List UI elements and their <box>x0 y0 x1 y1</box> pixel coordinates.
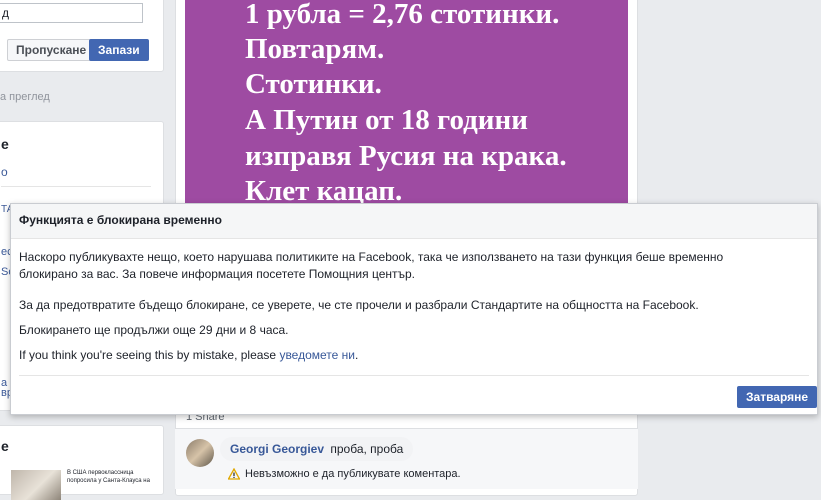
section-heading-2: е <box>1 438 9 454</box>
dialog-paragraph-2: За да предотвратите бъдещо блокиране, се… <box>19 298 699 312</box>
post-line-2: Повтарям. <box>245 33 385 65</box>
thumbnail-image[interactable] <box>11 470 61 500</box>
left-card-top: д Пропускане Запази <box>0 0 164 72</box>
comment-warning: Невъзможно е да публикувате коментара. <box>245 468 461 480</box>
dialog-paragraph-1-line-1: Наскоро публикувахте нещо, което нарушав… <box>19 250 724 264</box>
skip-button[interactable]: Пропускане <box>7 39 96 61</box>
comment-text: проба, проба <box>330 442 404 456</box>
dialog-paragraph-1-line-2: блокирано за вас. За повече информация п… <box>19 267 416 281</box>
post-line-1: 1 рубла = 2,76 стотинки. <box>245 0 560 30</box>
blocked-feature-dialog: Функцията е блокирана временно Наскоро п… <box>10 203 818 415</box>
divider <box>1 186 151 187</box>
section-heading: е <box>1 136 9 152</box>
dialog-p4-suffix: . <box>355 348 359 362</box>
post-line-4: А Путин от 18 години <box>245 104 528 136</box>
left-card-bottom: е В США первоклассница попросила у Санта… <box>0 425 164 500</box>
report-link[interactable]: уведомете ни <box>279 348 355 362</box>
dialog-paragraph-3: Блокирането ще продължи още 29 дни и 8 ч… <box>19 323 289 337</box>
preview-link[interactable]: а преглед <box>0 91 50 103</box>
dialog-footer-divider <box>19 375 809 376</box>
post-image[interactable]: 1 рубла = 2,76 стотинки. Повтарям. Стоти… <box>185 0 628 205</box>
thumbnail-caption-2[interactable]: попросила у Санта-Клауса на <box>67 478 150 484</box>
text-input[interactable]: д <box>0 3 143 23</box>
thumbnail-caption-1[interactable]: В США первоклассница <box>67 470 134 476</box>
warning-icon <box>227 467 241 480</box>
save-button[interactable]: Запази <box>89 39 149 61</box>
section-link[interactable]: о <box>1 165 8 179</box>
post-line-5: изправя Русия на крака. <box>245 140 567 172</box>
avatar[interactable] <box>186 439 214 467</box>
dialog-paragraph-4: If you think you're seeing this by mista… <box>19 347 358 364</box>
comment-bubble: Georgi Georgiev проба, проба <box>220 437 414 461</box>
post-line-3: Стотинки. <box>245 68 382 100</box>
comment-author[interactable]: Georgi Georgiev <box>230 442 324 456</box>
post-line-6: Клет кацап. <box>245 175 403 205</box>
close-button[interactable]: Затваряне <box>737 386 818 408</box>
dialog-title: Функцията е блокирана временно <box>11 204 817 239</box>
dialog-p4-prefix: If you think you're seeing this by mista… <box>19 348 277 362</box>
